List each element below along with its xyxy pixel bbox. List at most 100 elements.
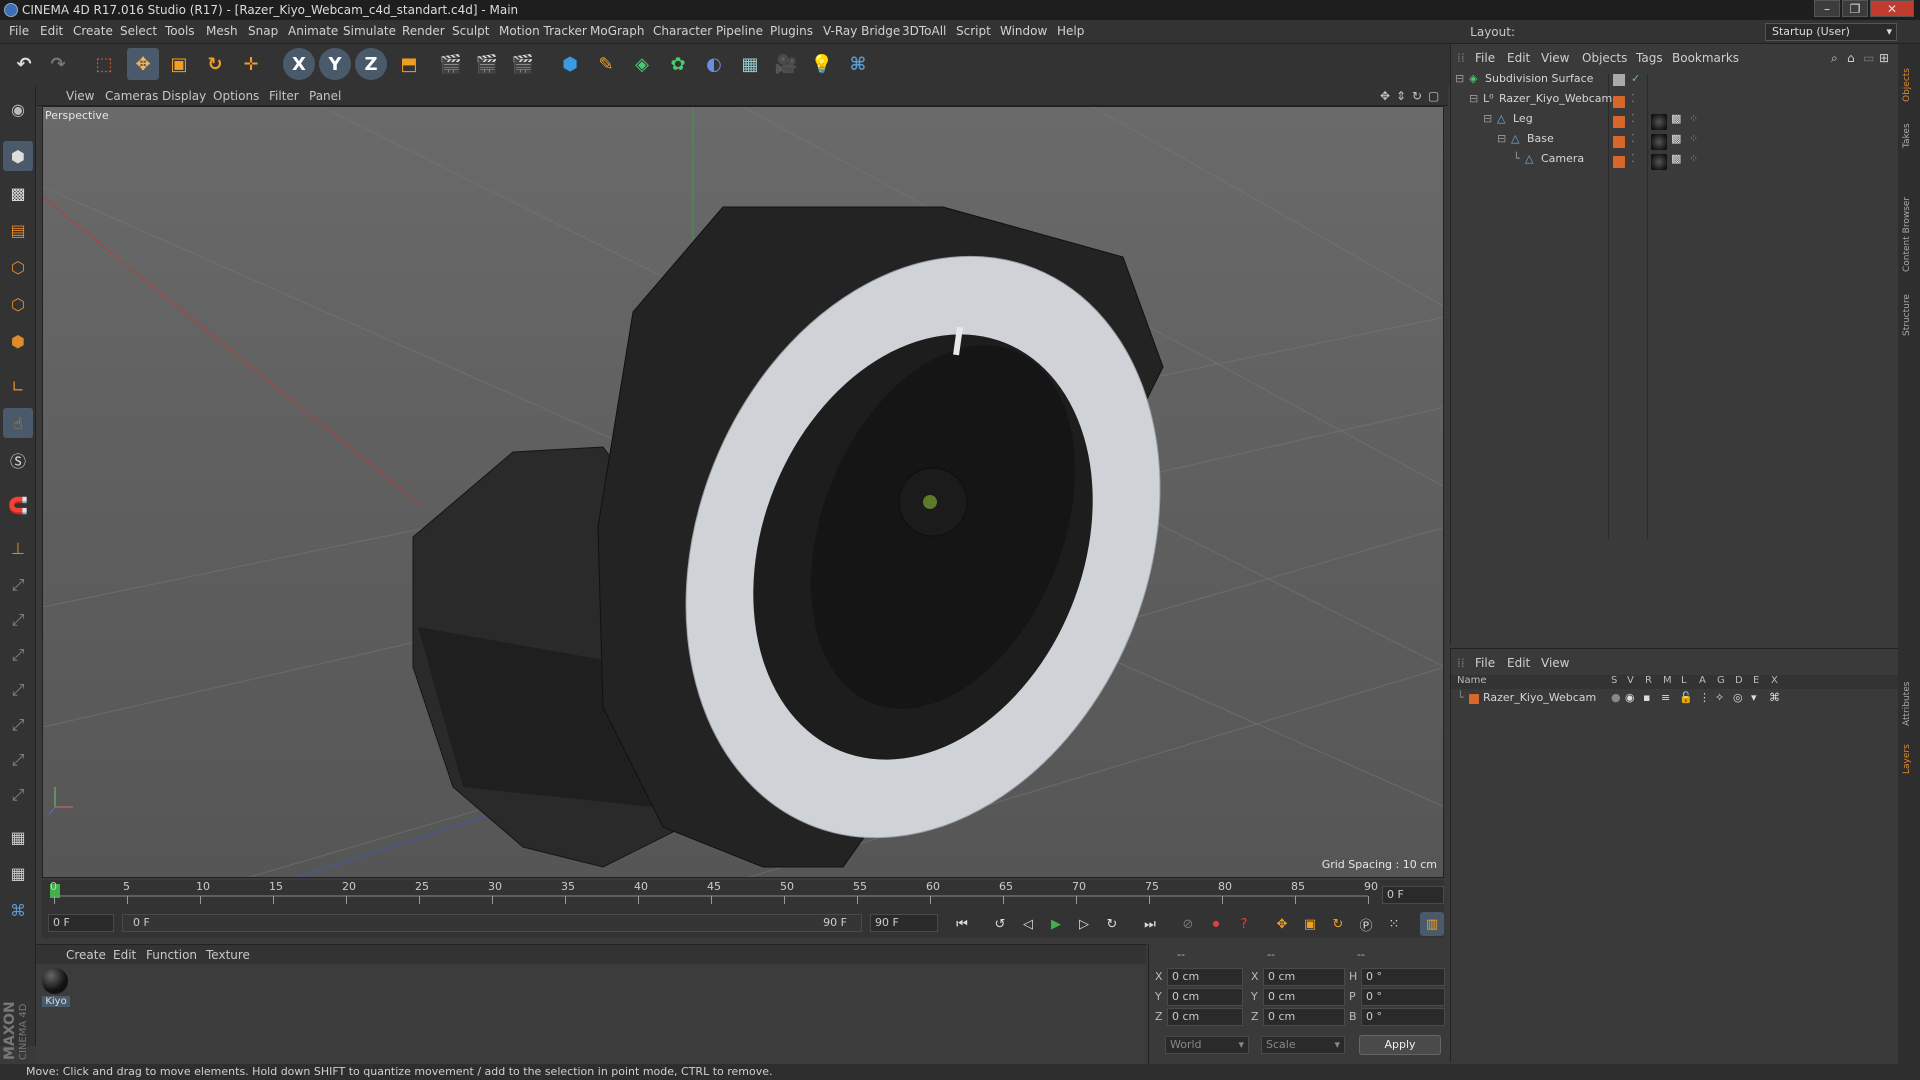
material-item[interactable]: Kiyo <box>42 968 70 1008</box>
autokey-button[interactable]: ? <box>1232 912 1256 936</box>
next-key-button[interactable]: ↻ <box>1100 912 1124 936</box>
visibility-dots-icon[interactable]: ⁚ <box>1631 152 1635 165</box>
menu-window[interactable]: Window <box>1000 24 1047 38</box>
material-menu-texture[interactable]: Texture <box>206 948 250 962</box>
menu-character[interactable]: Character <box>653 24 712 38</box>
tweak-mode-button[interactable]: ☝ <box>3 408 33 438</box>
expression-icon[interactable]: ▾ <box>1751 691 1757 704</box>
size-x-field[interactable]: 0 cm <box>1263 968 1345 986</box>
generator-icon[interactable]: ✧ <box>1715 691 1724 704</box>
light-object-button[interactable]: 💡 <box>806 48 838 80</box>
start-frame-field[interactable]: 0 F <box>48 914 114 932</box>
new-view-icon[interactable]: ⊞ <box>1879 51 1889 65</box>
guide-tool-5[interactable]: ⤢ <box>3 710 33 740</box>
menu-create[interactable]: Create <box>73 24 113 38</box>
material-tag-icon[interactable] <box>1651 134 1667 150</box>
grid-lock-button[interactable]: ▦ <box>3 822 33 852</box>
menu-animate[interactable]: Animate <box>288 24 338 38</box>
viewport-zoom-icon[interactable]: ⇕ <box>1396 89 1406 103</box>
menu-plugins[interactable]: Plugins <box>770 24 813 38</box>
collapse-icon[interactable]: ⊟ <box>1469 92 1478 105</box>
make-editable-button[interactable]: ◉ <box>3 94 33 124</box>
material-menu-edit[interactable]: Edit <box>113 948 136 962</box>
collapse-icon[interactable]: ⊟ <box>1483 112 1492 125</box>
render-to-picture-viewer-button[interactable]: 🎬 <box>471 48 503 80</box>
snap-button[interactable]: Ⓢ <box>3 445 33 475</box>
position-y-field[interactable]: 0 cm <box>1167 988 1243 1006</box>
object-row-subdivision-surface[interactable]: ⊟ ◈ Subdivision Surface ✓ <box>1451 72 1899 92</box>
timeline-button[interactable]: ▥ <box>1420 912 1444 936</box>
menu-edit[interactable]: Edit <box>40 24 63 38</box>
viewport-move-icon[interactable]: ✥ <box>1380 89 1390 103</box>
record-button[interactable]: ⏺ <box>1204 912 1228 936</box>
viewport-menu-display[interactable]: Display <box>162 89 206 103</box>
3d-viewport[interactable]: Perspective Grid Spacing : 10 cm <box>42 106 1444 878</box>
edges-mode-button[interactable]: ⬡ <box>3 289 33 319</box>
material-tag-icon[interactable] <box>1651 154 1667 170</box>
menu-vray-bridge[interactable]: V-Ray Bridge <box>823 24 900 38</box>
collapse-icon[interactable]: ⊟ <box>1497 132 1506 145</box>
visibility-dots-icon[interactable]: ⁚ <box>1631 132 1635 145</box>
solo-icon[interactable]: ● <box>1611 691 1621 704</box>
preview-range-slider[interactable]: 0 F 90 F <box>122 914 862 932</box>
visibility-dots-icon[interactable]: ⁚ <box>1631 112 1635 125</box>
guide-tool-2[interactable]: ⤢ <box>3 605 33 635</box>
tab-structure[interactable]: Structure <box>1902 276 1916 336</box>
points-mode-button[interactable]: ⬡ <box>3 252 33 282</box>
go-to-end-button[interactable]: ⏭ <box>1138 912 1162 936</box>
layers-menu-view[interactable]: View <box>1541 656 1569 670</box>
objects-menu-objects[interactable]: Objects <box>1582 51 1627 65</box>
current-frame-field[interactable]: 0 F <box>1382 886 1444 904</box>
uvw-tag-icon[interactable]: ▩ <box>1671 152 1681 165</box>
material-menu-function[interactable]: Function <box>146 948 197 962</box>
quantize-button[interactable]: ⊥ <box>3 533 33 563</box>
objects-menu-bookmarks[interactable]: Bookmarks <box>1672 51 1739 65</box>
subdivision-surface-button[interactable]: ◈ <box>626 48 658 80</box>
render-view-button[interactable]: 🎬 <box>435 48 467 80</box>
layer-color-swatch[interactable] <box>1613 96 1625 108</box>
size-y-field[interactable]: 0 cm <box>1263 988 1345 1006</box>
tab-layers[interactable]: Layers <box>1902 734 1916 774</box>
close-button[interactable]: ✕ <box>1870 0 1914 17</box>
enabled-check-icon[interactable]: ✓ <box>1631 72 1640 85</box>
size-z-field[interactable]: 0 cm <box>1263 1008 1345 1026</box>
redo-button[interactable]: ↷ <box>42 48 74 80</box>
menu-sculpt[interactable]: Sculpt <box>452 24 489 38</box>
end-frame-field[interactable]: 90 F <box>870 914 938 932</box>
viewport-menu-panel[interactable]: Panel <box>309 89 341 103</box>
menu-pipeline[interactable]: Pipeline <box>716 24 763 38</box>
menu-mograph[interactable]: MoGraph <box>590 24 645 38</box>
layers-menu-edit[interactable]: Edit <box>1507 656 1530 670</box>
uvw-tag-icon[interactable]: ▩ <box>1671 112 1681 125</box>
selection-tag-icon[interactable]: ⁘ <box>1689 112 1698 125</box>
layer-color-icon[interactable] <box>1613 74 1625 86</box>
viewport-maximize-icon[interactable]: ▢ <box>1428 89 1439 103</box>
go-to-start-button[interactable]: ⏮ <box>950 912 974 936</box>
layer-color-swatch[interactable] <box>1613 136 1625 148</box>
menu-select[interactable]: Select <box>120 24 157 38</box>
eye-icon[interactable]: ◉ <box>1625 691 1635 704</box>
menu-snap[interactable]: Snap <box>248 24 278 38</box>
coord-space-dropdown[interactable]: World ▾ <box>1165 1036 1249 1054</box>
texture-mode-button[interactable]: ▩ <box>3 178 33 208</box>
lock-icon[interactable]: 🔓 <box>1679 691 1693 704</box>
search-icon[interactable]: ⌕ <box>1831 51 1838 66</box>
tab-content-browser[interactable]: Content Browser <box>1902 152 1916 272</box>
layer-color-swatch[interactable] <box>1613 116 1625 128</box>
xref-icon[interactable]: ⌘ <box>1769 691 1780 704</box>
menu-motion-tracker[interactable]: Motion Tracker <box>499 24 587 38</box>
key-pla-button[interactable]: ⁙ <box>1382 912 1406 936</box>
uvw-tag-icon[interactable]: ▩ <box>1671 132 1681 145</box>
viewport-menu-options[interactable]: Options <box>213 89 259 103</box>
guide-tool-1[interactable]: ⤢ <box>3 570 33 600</box>
guide-tool-6[interactable]: ⤢ <box>3 745 33 775</box>
python-button[interactable]: ⌘ <box>842 48 874 80</box>
layout-dropdown[interactable]: Startup (User) ▾ <box>1765 23 1897 41</box>
object-row-razer-kiyo-webcam[interactable]: ⊟ L⁰ Razer_Kiyo_Webcam ⁚ <box>1451 92 1899 112</box>
objects-menu-view[interactable]: View <box>1541 51 1569 65</box>
position-z-field[interactable]: 0 cm <box>1167 1008 1243 1026</box>
back-icon[interactable]: ▭ <box>1863 51 1874 65</box>
menu-mesh[interactable]: Mesh <box>206 24 238 38</box>
undo-button[interactable]: ↶ <box>8 48 40 80</box>
tab-objects[interactable]: Objects <box>1902 52 1916 102</box>
